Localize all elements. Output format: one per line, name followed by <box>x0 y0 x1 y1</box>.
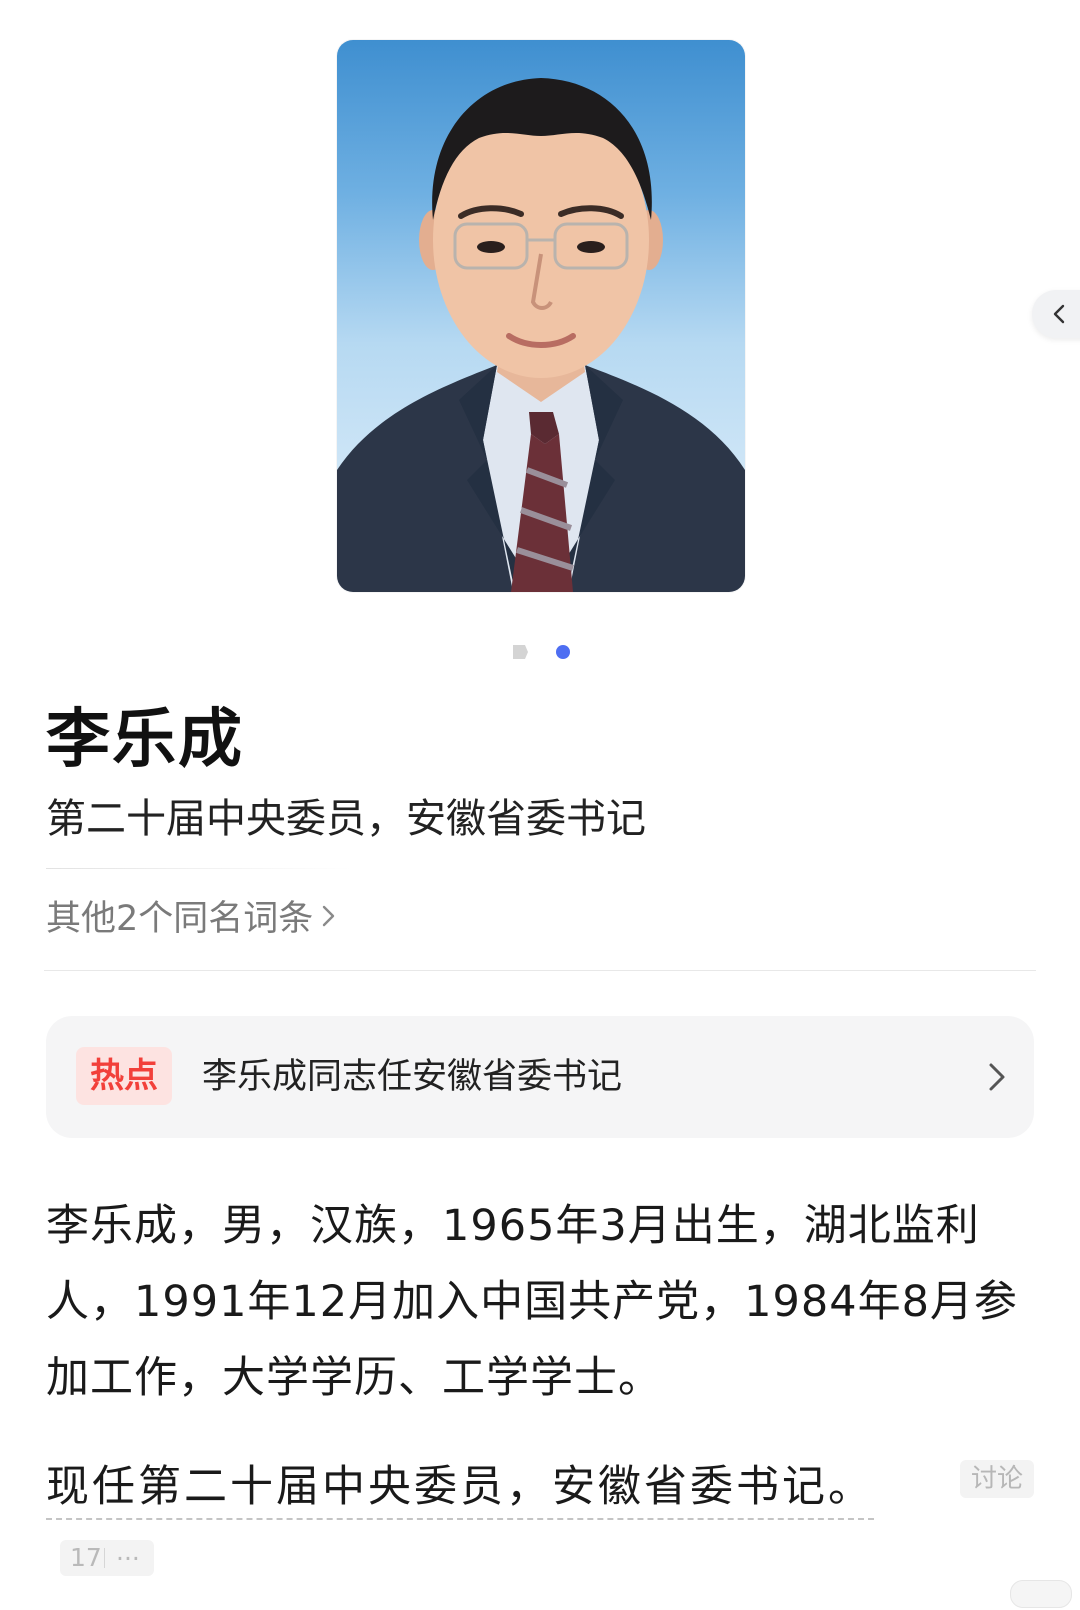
play-icon[interactable] <box>510 642 530 662</box>
portrait-illustration <box>337 78 745 592</box>
same-name-entries-link[interactable]: 其他2个同名词条 <box>46 894 339 945</box>
carousel-pager <box>0 642 1080 662</box>
divider <box>46 868 352 869</box>
divider <box>104 1548 105 1568</box>
hot-news-title: 李乐成同志任安徽省委书记 <box>202 1057 623 1097</box>
same-name-label: 其他2个同名词条 <box>46 899 314 939</box>
chevron-left-icon <box>1053 304 1065 324</box>
hot-badge: 热点 <box>76 1047 172 1105</box>
entry-title: 李乐成 <box>46 703 244 777</box>
chevron-right-icon <box>319 895 339 945</box>
more-icon: ... <box>116 1537 140 1566</box>
discuss-button[interactable]: 讨论 <box>960 1460 1034 1498</box>
side-collapse-button[interactable] <box>1032 290 1080 338</box>
reference-chip[interactable]: 17 ... <box>60 1537 154 1576</box>
divider <box>44 970 1036 971</box>
reference-count: 17 <box>70 1543 102 1572</box>
chevron-right-icon <box>989 1063 1005 1091</box>
current-position-text[interactable]: 现任第二十届中央委员，安徽省委书记。 <box>46 1456 874 1520</box>
profile-photo[interactable] <box>337 40 745 592</box>
floating-bubble-button[interactable] <box>1010 1580 1072 1608</box>
entry-subtitle: 第二十届中央委员，安徽省委书记 <box>46 796 646 842</box>
hot-news-card[interactable]: 热点 李乐成同志任安徽省委书记 <box>46 1016 1034 1138</box>
intro-paragraph: 李乐成，男，汉族，1965年3月出生，湖北监利人，1991年12月加入中国共产党… <box>46 1201 1018 1403</box>
pager-dot-active[interactable] <box>556 645 570 659</box>
